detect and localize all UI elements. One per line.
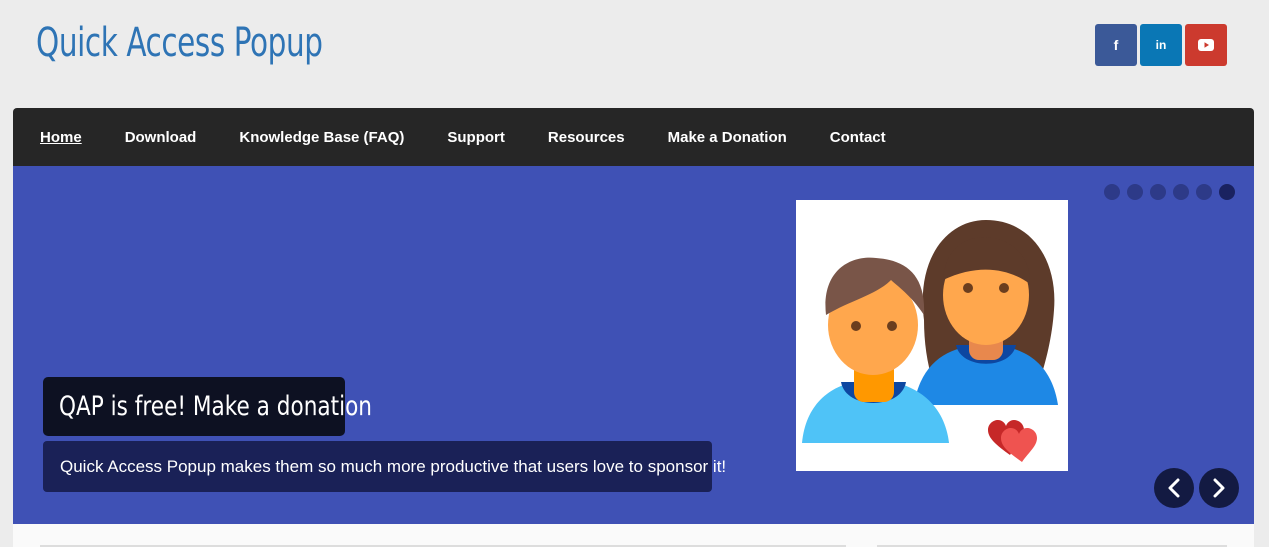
slider-dot-6[interactable]: [1219, 184, 1235, 200]
slide-title[interactable]: QAP is free! Make a donation: [43, 377, 372, 436]
nav-item-resources[interactable]: Resources: [548, 129, 625, 146]
linkedin-icon: in: [1155, 38, 1167, 52]
main-nav: Home Download Knowledge Base (FAQ) Suppo…: [13, 108, 1254, 166]
slider-pagination: [1104, 184, 1235, 200]
youtube-icon: [1198, 39, 1214, 51]
hero-slider: QAP is free! Make a donation Quick Acces…: [13, 166, 1254, 524]
chevron-right-icon: [1213, 478, 1225, 498]
nav-item-home[interactable]: Home: [40, 129, 82, 146]
youtube-button[interactable]: [1185, 24, 1227, 66]
nav-item-contact[interactable]: Contact: [830, 129, 886, 146]
nav-item-download[interactable]: Download: [125, 129, 197, 146]
slider-dot-1[interactable]: [1104, 184, 1120, 200]
slider-dot-5[interactable]: [1196, 184, 1212, 200]
slider-prev-button[interactable]: [1154, 468, 1194, 508]
facebook-icon: f: [1113, 37, 1119, 53]
slide-description: Quick Access Popup makes them so much mo…: [43, 441, 726, 492]
nav-item-donation[interactable]: Make a Donation: [668, 129, 787, 146]
nav-item-support[interactable]: Support: [447, 129, 505, 146]
slider-dot-3[interactable]: [1150, 184, 1166, 200]
slide-image: [796, 200, 1068, 471]
facebook-button[interactable]: f: [1095, 24, 1137, 66]
site-title[interactable]: Quick Access Popup: [36, 20, 323, 66]
slide-title-text: QAP is free! Make a donation: [59, 391, 372, 422]
slider-dot-4[interactable]: [1173, 184, 1189, 200]
slider-next-button[interactable]: [1199, 468, 1239, 508]
users-heart-illustration: [802, 220, 1058, 462]
nav-item-knowledge-base[interactable]: Knowledge Base (FAQ): [239, 129, 404, 146]
content-area: [13, 524, 1254, 547]
social-links: f in: [1095, 24, 1227, 66]
linkedin-button[interactable]: in: [1140, 24, 1182, 66]
slider-dot-2[interactable]: [1127, 184, 1143, 200]
chevron-left-icon: [1168, 478, 1180, 498]
